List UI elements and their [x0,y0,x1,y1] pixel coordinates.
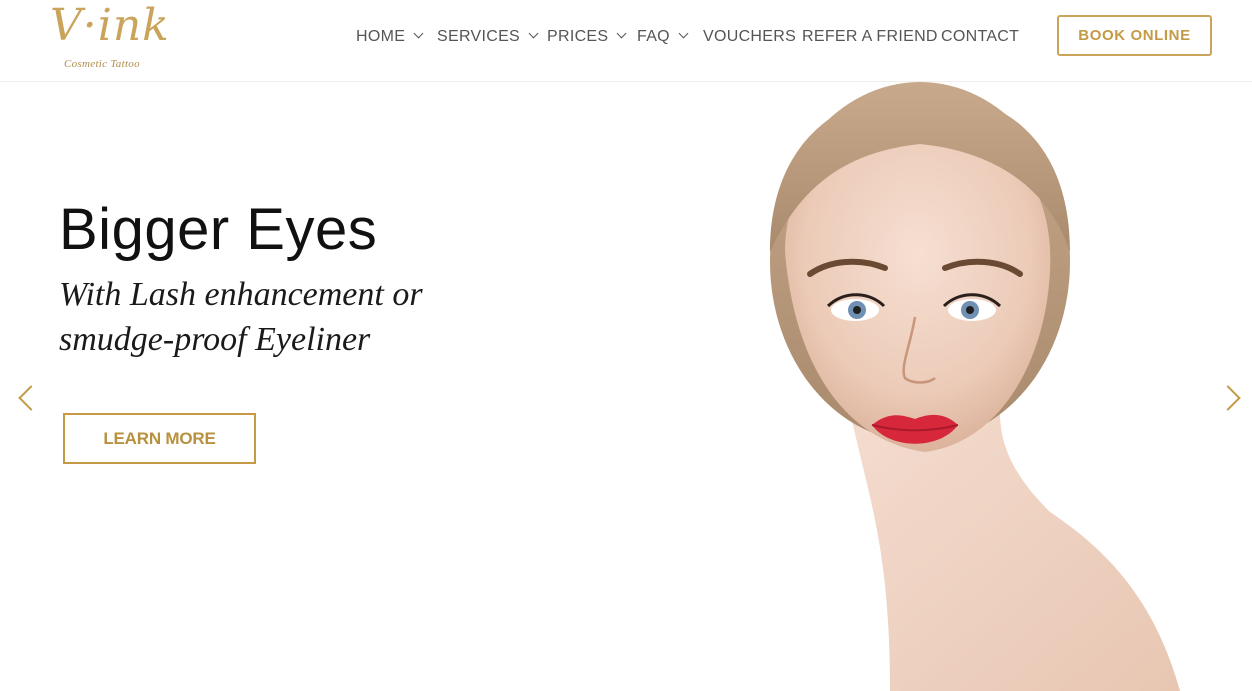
chevron-down-icon [413,28,424,39]
logo-tagline: Cosmetic Tattoo [64,58,140,70]
nav-services-label: SERVICES [437,28,521,45]
hero-slider: Bigger Eyes With Lash enhancement or smu… [0,82,1252,691]
hero-title: Bigger Eyes [59,197,378,262]
nav-home-label: HOME [356,28,406,45]
learn-more-button[interactable]: LEARN MORE [63,413,256,464]
chevron-left-icon[interactable] [18,385,44,411]
nav-contact-label: CONTACT [941,28,1020,45]
book-online-button[interactable]: BOOK ONLINE [1057,15,1212,56]
nav-refer-label: REFER A FRIEND [802,28,938,45]
nav-vouchers[interactable]: VOUCHERS [703,28,796,48]
model-portrait-image [770,82,1180,691]
chevron-down-icon [678,28,689,39]
logo[interactable]: V·ink Cosmetic Tattoo [48,4,188,74]
chevron-down-icon [528,28,539,39]
site-header: V·ink Cosmetic Tattoo HOME SERVICES PRIC… [0,0,1252,82]
nav-prices[interactable]: PRICES [547,28,627,48]
nav-home[interactable]: HOME [356,28,424,48]
nav-faq[interactable]: FAQ [637,28,689,48]
hero-subtitle: With Lash enhancement or smudge-proof Ey… [59,276,423,358]
nav-refer-a-friend[interactable]: REFER A FRIEND [802,28,938,48]
nav-vouchers-label: VOUCHERS [703,28,797,45]
logo-mark: V·ink [50,0,170,51]
nav-services[interactable]: SERVICES [437,28,539,48]
chevron-down-icon [616,28,627,39]
nav-prices-label: PRICES [547,28,609,45]
nav-contact[interactable]: CONTACT [941,28,1019,48]
nav-faq-label: FAQ [637,28,670,45]
